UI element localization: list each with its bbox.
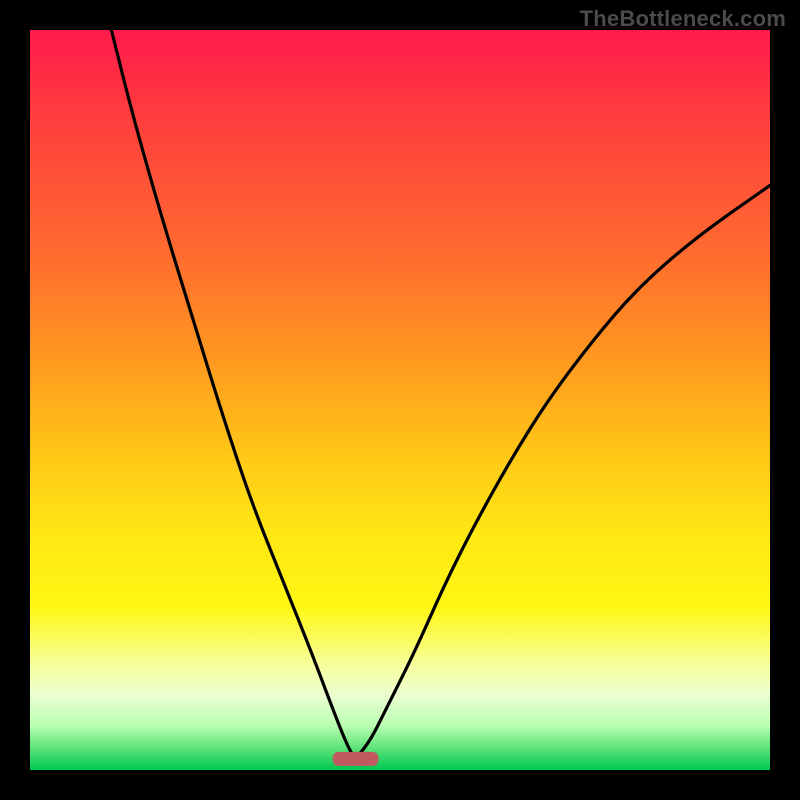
minimum-marker — [333, 752, 379, 766]
curve-right-branch — [356, 185, 770, 759]
plot-area — [30, 30, 770, 770]
chart-frame: TheBottleneck.com — [0, 0, 800, 800]
chart-svg — [30, 30, 770, 770]
curve-left-branch — [111, 30, 355, 759]
watermark-text: TheBottleneck.com — [580, 6, 786, 32]
